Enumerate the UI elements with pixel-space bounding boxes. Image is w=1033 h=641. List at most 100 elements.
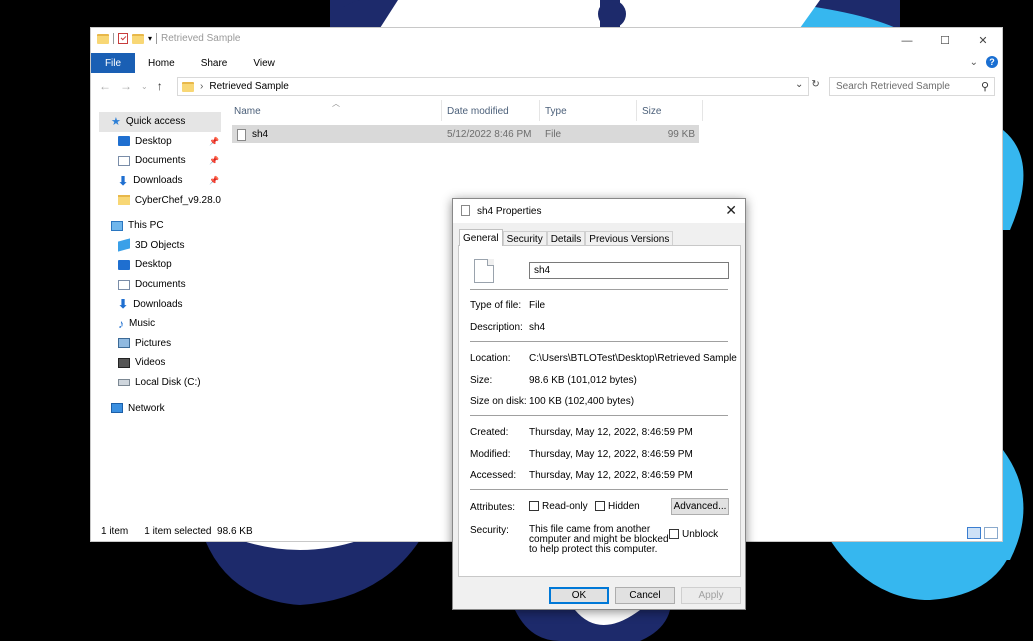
- file-icon: [461, 205, 470, 216]
- tab-general[interactable]: General: [459, 229, 503, 246]
- minimize-button[interactable]: —: [888, 28, 926, 53]
- column-header-name[interactable]: Name: [234, 106, 261, 117]
- type-of-file-label: Type of file:: [470, 300, 522, 311]
- file-row[interactable]: sh4 5/12/2022 8:46 PM File 99 KB: [232, 125, 699, 143]
- tab-security[interactable]: Security: [502, 231, 547, 246]
- status-selection: 1 item selected 98.6 KB: [144, 526, 253, 537]
- hidden-checkbox[interactable]: Hidden: [595, 501, 640, 512]
- dialog-title: sh4 Properties: [477, 206, 542, 217]
- sidebar-item-documents[interactable]: Documents 📌: [99, 151, 221, 171]
- videos-icon: [118, 357, 130, 368]
- back-icon[interactable]: ←: [99, 79, 111, 93]
- type-of-file-value: File: [529, 300, 546, 311]
- breadcrumb-current[interactable]: Retrieved Sample: [209, 81, 288, 92]
- created-value: Thursday, May 12, 2022, 8:46:59 PM: [529, 427, 693, 438]
- ok-button[interactable]: OK: [549, 587, 609, 604]
- details-view-icon[interactable]: [967, 527, 981, 539]
- sidebar-item-network[interactable]: Network: [99, 398, 221, 418]
- folder-icon: [182, 81, 194, 92]
- sidebar-item-pictures[interactable]: Pictures: [99, 334, 221, 354]
- column-header-size[interactable]: Size: [642, 106, 661, 117]
- sidebar-item-local-disk[interactable]: Local Disk (C:): [99, 373, 221, 393]
- apply-button[interactable]: Apply: [681, 587, 741, 604]
- size-on-disk-value: 100 KB (102,400 bytes): [529, 396, 635, 407]
- expand-ribbon-icon[interactable]: ⌄: [970, 57, 978, 68]
- up-icon[interactable]: ↑: [157, 79, 163, 93]
- recent-locations-icon[interactable]: ⌄: [141, 82, 148, 93]
- status-bar: 1 item 1 item selected 98.6 KB: [101, 526, 253, 537]
- desktop-icon: [118, 136, 130, 147]
- customize-toolbar-icon[interactable]: ▾: [148, 34, 152, 43]
- modified-value: Thursday, May 12, 2022, 8:46:59 PM: [529, 449, 693, 460]
- accessed-value: Thursday, May 12, 2022, 8:46:59 PM: [529, 470, 693, 481]
- sidebar-item-pc-downloads[interactable]: ⬇ Downloads: [99, 294, 221, 314]
- sidebar-item-this-pc[interactable]: This PC: [99, 216, 221, 236]
- general-panel: sh4 Type of file: File Description: sh4 …: [458, 245, 741, 577]
- sidebar-item-pc-desktop[interactable]: Desktop: [99, 255, 221, 275]
- downloads-icon: ⬇: [118, 297, 129, 312]
- checkbox-icon: [595, 501, 605, 511]
- search-icon[interactable]: ⚲: [981, 80, 989, 93]
- tab-details[interactable]: Details: [546, 231, 586, 246]
- dialog-title-bar: sh4 Properties ✕: [453, 199, 745, 223]
- address-row: ← → ⌄ ↑ › Retrieved Sample ⌄ ↻ Search Re…: [91, 76, 1002, 98]
- location-label: Location:: [470, 353, 511, 364]
- close-button[interactable]: ✕: [964, 28, 1002, 53]
- sidebar-item-downloads[interactable]: ⬇ Downloads 📌: [99, 171, 221, 191]
- maximize-button[interactable]: ☐: [926, 28, 964, 53]
- created-label: Created:: [470, 427, 509, 438]
- sidebar-item-music[interactable]: ♪ Music: [99, 314, 221, 334]
- large-icons-view-icon[interactable]: [984, 527, 998, 539]
- tab-home[interactable]: Home: [135, 53, 188, 73]
- tab-previous-versions[interactable]: Previous Versions: [585, 231, 674, 246]
- attributes-label: Attributes:: [470, 502, 516, 513]
- address-dropdown-icon[interactable]: ⌄: [795, 79, 803, 90]
- folder-icon: [118, 195, 130, 206]
- column-header-type[interactable]: Type: [545, 106, 567, 117]
- size-on-disk-label: Size on disk:: [470, 396, 527, 407]
- downloads-icon: ⬇: [118, 173, 129, 188]
- help-icon[interactable]: ?: [986, 56, 998, 68]
- documents-icon: [118, 155, 130, 166]
- search-box[interactable]: Search Retrieved Sample ⚲: [829, 77, 995, 96]
- cancel-button[interactable]: Cancel: [615, 587, 675, 604]
- address-bar[interactable]: › Retrieved Sample: [177, 77, 809, 96]
- unblock-checkbox[interactable]: Unblock: [669, 529, 718, 540]
- properties-icon[interactable]: [118, 33, 128, 44]
- forward-icon[interactable]: →: [120, 79, 132, 93]
- sidebar-item-3d-objects[interactable]: 3D Objects: [99, 236, 221, 256]
- security-warning-text: This file came from another computer and…: [529, 524, 669, 555]
- pin-icon: 📌: [209, 176, 219, 186]
- properties-dialog: sh4 Properties ✕ General Security Detail…: [452, 198, 746, 610]
- music-icon: ♪: [118, 316, 124, 331]
- column-headers: Name Date modified Type Size: [232, 100, 703, 121]
- local-disk-icon: [118, 379, 130, 387]
- breadcrumb-separator-icon: ›: [200, 81, 204, 92]
- documents-icon: [118, 279, 130, 290]
- file-date-modified: 5/12/2022 8:46 PM: [447, 129, 532, 140]
- refresh-icon[interactable]: ↻: [811, 79, 819, 90]
- sidebar-item-videos[interactable]: Videos: [99, 353, 221, 373]
- file-name-input[interactable]: sh4: [529, 262, 729, 279]
- advanced-button[interactable]: Advanced...: [671, 498, 729, 515]
- sidebar-item-desktop[interactable]: Desktop 📌: [99, 132, 221, 152]
- dialog-close-button[interactable]: ✕: [725, 202, 737, 219]
- size-value: 98.6 KB (101,012 bytes): [529, 375, 637, 386]
- new-folder-icon[interactable]: [132, 33, 144, 44]
- location-value: C:\Users\BTLOTest\Desktop\Retrieved Samp…: [529, 353, 737, 364]
- navigation-pane: ★ Quick access Desktop 📌 Documents 📌 ⬇ D…: [99, 112, 221, 418]
- search-placeholder: Search Retrieved Sample: [836, 81, 950, 92]
- description-value: sh4: [529, 322, 546, 333]
- sidebar-item-cyberchef[interactable]: CyberChef_v9.28.0: [99, 190, 221, 210]
- sidebar-item-pc-documents[interactable]: Documents: [99, 275, 221, 295]
- column-header-date-modified[interactable]: Date modified: [447, 106, 509, 117]
- tab-view[interactable]: View: [240, 53, 288, 73]
- readonly-checkbox[interactable]: Read-only: [529, 501, 588, 512]
- computer-icon: [111, 220, 123, 231]
- window-title: Retrieved Sample: [161, 33, 241, 44]
- ribbon-tabs: File Home Share View ⌄ ?: [91, 53, 1002, 73]
- folder-icon: [97, 33, 109, 44]
- tab-share[interactable]: Share: [188, 53, 241, 73]
- sidebar-item-quick-access[interactable]: ★ Quick access: [99, 112, 221, 132]
- tab-file[interactable]: File: [91, 53, 135, 73]
